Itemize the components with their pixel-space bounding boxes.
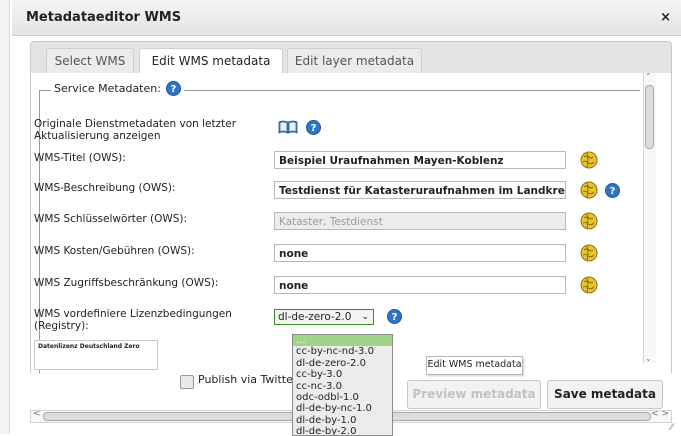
- globe-icon[interactable]: [580, 151, 598, 169]
- tab-select-wms[interactable]: Select WMS: [46, 48, 134, 75]
- globe-icon[interactable]: [580, 276, 598, 294]
- help-icon[interactable]: ?: [165, 81, 181, 96]
- wms-access-input[interactable]: none: [274, 276, 566, 294]
- publish-checkbox[interactable]: [180, 375, 194, 389]
- vertical-scroll-thumb[interactable]: [645, 85, 654, 149]
- wms-fees-input[interactable]: none: [274, 244, 566, 262]
- tab-edit-wms-metadata[interactable]: Edit WMS metadata: [139, 48, 283, 76]
- wms-description-input[interactable]: Testdienst für Katasteruraufnahmen im La…: [274, 181, 566, 199]
- tooltip: Edit WMS metadata: [426, 356, 523, 375]
- help-icon[interactable]: ?: [387, 309, 402, 324]
- dropdown-option[interactable]: dl-de-zero-2.0: [293, 358, 392, 369]
- vertical-scrollbar[interactable]: ⌃ ⌄: [643, 72, 656, 363]
- help-icon[interactable]: ?: [605, 183, 620, 198]
- save-metadata-button[interactable]: Save metadata: [547, 380, 663, 409]
- preview-metadata-button[interactable]: Preview metadata: [407, 380, 541, 409]
- wms-description-label: WMS-Beschreibung (OWS):: [34, 182, 176, 194]
- service-legend: Service Metadaten: ?: [51, 81, 184, 96]
- close-icon[interactable]: ×: [660, 10, 671, 25]
- chevron-down-icon: ⌄: [361, 312, 369, 322]
- scroll-down-icon[interactable]: ⌄: [645, 354, 652, 363]
- dropdown-option[interactable]: odc-odbl-1.0: [293, 392, 392, 403]
- dropdown-option[interactable]: cc-by-nc-nd-3.0: [293, 346, 392, 357]
- globe-icon[interactable]: [580, 181, 598, 199]
- wms-title-label: WMS-Titel (OWS):: [34, 152, 126, 164]
- dropdown-option[interactable]: ...: [293, 335, 392, 347]
- license-preview-logo: Datenlizenz Deutschland Zero: [34, 340, 158, 370]
- resize-grip-icon[interactable]: ⁄⁄: [670, 423, 679, 433]
- wms-title-input[interactable]: Beispiel Uraufnahmen Mayen-Koblenz: [274, 151, 566, 169]
- globe-icon[interactable]: [580, 212, 598, 230]
- original-metadata-label: Originale Dienstmetadaten von letzter Ak…: [34, 118, 237, 142]
- license-select[interactable]: dl-de-zero-2.0 ⌄: [274, 309, 374, 325]
- scroll-up-icon[interactable]: ⌃: [645, 72, 652, 81]
- book-icon[interactable]: [278, 120, 298, 134]
- background-edge: [0, 0, 10, 434]
- dropdown-option[interactable]: dl-de-by-nc-1.0: [293, 403, 392, 414]
- dropdown-option[interactable]: cc-by-3.0: [293, 369, 392, 380]
- wms-access-label: WMS Zugriffsbeschränkung (OWS):: [34, 277, 219, 289]
- wms-license-label: WMS vordefiniere Lizenzbedingungen (Regi…: [34, 308, 232, 332]
- scroll-left-icon[interactable]: <: [33, 409, 41, 419]
- tab-bar: Select WMS Edit WMS metadata Edit layer …: [30, 41, 672, 76]
- license-dropdown-list[interactable]: ... cc-by-nc-nd-3.0 dl-de-zero-2.0 cc-by…: [292, 334, 393, 436]
- scroll-right-icon[interactable]: < >: [651, 409, 669, 419]
- dropdown-option[interactable]: dl-de-by-2.0: [293, 426, 392, 435]
- dropdown-option[interactable]: cc-nc-3.0: [293, 381, 392, 392]
- wms-keywords-input: Kataster, Testdienst: [274, 212, 566, 230]
- tab-edit-layer-metadata[interactable]: Edit layer metadata: [287, 48, 422, 75]
- dropdown-option[interactable]: dl-de-by-1.0: [293, 415, 392, 426]
- dialog-titlebar[interactable]: Metadataeditor WMS ×: [12, 0, 681, 36]
- license-select-value: dl-de-zero-2.0: [278, 311, 352, 323]
- globe-icon[interactable]: [580, 244, 598, 262]
- wms-keywords-label: WMS Schlüsselwörter (OWS):: [34, 213, 188, 225]
- wms-fees-label: WMS Kosten/Gebühren (OWS):: [34, 245, 195, 257]
- dialog-title: Metadataeditor WMS: [26, 10, 182, 25]
- service-legend-text: Service Metadaten:: [54, 82, 161, 95]
- help-icon[interactable]: ?: [306, 120, 321, 135]
